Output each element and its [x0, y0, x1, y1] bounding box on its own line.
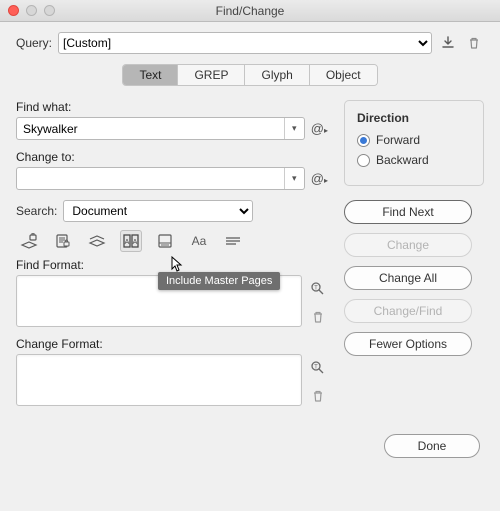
direction-forward-radio[interactable]: Forward: [357, 133, 471, 147]
svg-text:A: A: [125, 239, 130, 246]
search-scope-select[interactable]: Document: [63, 200, 253, 222]
mode-tabs: Text GREP Glyph Object: [122, 64, 377, 86]
hidden-layers-icon[interactable]: [86, 230, 108, 252]
radio-icon: [357, 134, 370, 147]
done-button[interactable]: Done: [384, 434, 480, 458]
search-options-row: AA Aa: [16, 230, 328, 252]
specify-change-format-icon[interactable]: T: [308, 358, 328, 378]
window-controls: [8, 5, 55, 16]
footnotes-icon[interactable]: [154, 230, 176, 252]
find-what-input[interactable]: [17, 118, 284, 139]
master-pages-icon[interactable]: AA: [120, 230, 142, 252]
change-to-input[interactable]: [17, 168, 284, 189]
delete-query-icon[interactable]: [464, 33, 484, 53]
tooltip: Include Master Pages: [158, 272, 280, 290]
minimize-window-icon[interactable]: [26, 5, 37, 16]
special-chars-change-icon[interactable]: @▸: [311, 171, 328, 186]
direction-backward-radio[interactable]: Backward: [357, 153, 471, 167]
find-what-label: Find what:: [16, 100, 328, 114]
find-next-button[interactable]: Find Next: [344, 200, 472, 224]
zoom-window-icon[interactable]: [44, 5, 55, 16]
specify-find-format-icon[interactable]: T: [308, 279, 328, 299]
save-query-icon[interactable]: [438, 33, 458, 53]
search-label: Search:: [16, 204, 57, 218]
window-title: Find/Change: [8, 4, 492, 18]
svg-text:T: T: [314, 365, 318, 371]
find-what-dropdown-icon[interactable]: ▾: [284, 118, 304, 139]
change-find-button: Change/Find: [344, 299, 472, 323]
titlebar: Find/Change: [0, 0, 500, 22]
find-what-field[interactable]: ▾: [16, 117, 305, 140]
query-label: Query:: [16, 36, 52, 50]
svg-text:T: T: [314, 286, 318, 292]
locked-layers-icon[interactable]: [18, 230, 40, 252]
locked-stories-icon[interactable]: [52, 230, 74, 252]
direction-legend: Direction: [357, 111, 471, 125]
query-select[interactable]: [Custom]: [58, 32, 432, 54]
direction-group: Direction Forward Backward: [344, 100, 484, 186]
tab-grep[interactable]: GREP: [178, 65, 245, 85]
change-to-dropdown-icon[interactable]: ▾: [284, 168, 304, 189]
change-format-box[interactable]: [16, 354, 302, 406]
change-to-field[interactable]: ▾: [16, 167, 305, 190]
change-button: Change: [344, 233, 472, 257]
svg-text:A: A: [133, 239, 138, 246]
tab-glyph[interactable]: Glyph: [245, 65, 309, 85]
change-format-label: Change Format:: [16, 337, 328, 351]
special-chars-find-icon[interactable]: @▸: [311, 121, 328, 136]
clear-find-format-icon[interactable]: [308, 307, 328, 327]
find-format-label: Find Format:: [16, 258, 328, 272]
change-all-button[interactable]: Change All: [344, 266, 472, 290]
tab-text[interactable]: Text: [123, 65, 178, 85]
fewer-options-button[interactable]: Fewer Options: [344, 332, 472, 356]
change-to-label: Change to:: [16, 150, 328, 164]
clear-change-format-icon[interactable]: [308, 386, 328, 406]
whole-word-icon[interactable]: [222, 230, 244, 252]
radio-icon: [357, 154, 370, 167]
close-window-icon[interactable]: [8, 5, 19, 16]
case-sensitive-icon[interactable]: Aa: [188, 230, 210, 252]
tab-object[interactable]: Object: [310, 65, 377, 85]
